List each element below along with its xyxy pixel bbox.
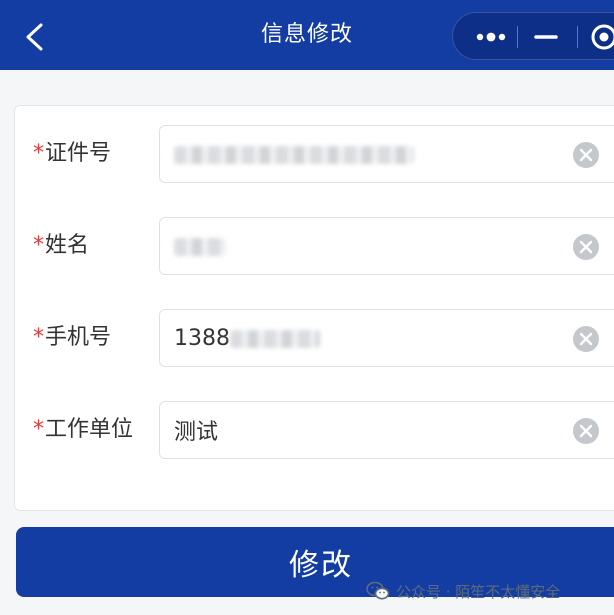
form-row-id-number: *证件号 <box>15 125 614 183</box>
redacted-mask <box>174 146 414 164</box>
redacted-mask <box>174 238 226 256</box>
clear-circle-icon[interactable] <box>572 417 600 445</box>
minimize-icon[interactable] <box>531 25 561 49</box>
mini-program-capsule <box>452 12 614 60</box>
capsule-divider <box>577 26 578 48</box>
field-label: *姓名 <box>33 217 89 275</box>
required-mark: * <box>33 141 44 166</box>
more-dots-icon[interactable] <box>471 25 511 49</box>
clear-circle-icon[interactable] <box>572 325 600 353</box>
form-row-phone: *手机号 <box>15 309 614 367</box>
chevron-left-icon[interactable] <box>22 22 48 52</box>
field-label-text: 手机号 <box>45 325 112 350</box>
required-mark: * <box>33 325 44 350</box>
nav-bar: 信息修改 <box>0 0 614 70</box>
field-label: *证件号 <box>33 125 111 183</box>
phone-field[interactable] <box>159 309 614 367</box>
field-label-text: 证件号 <box>45 141 112 166</box>
form-row-workplace: *工作单位 <box>15 401 614 459</box>
required-mark: * <box>33 233 44 258</box>
field-label-text: 工作单位 <box>45 417 134 442</box>
form-card: *证件号 *姓名 *手机号 1388 *工作单位 测试 <box>14 105 614 511</box>
watermark-text: 公众号 · 陌笙不太懂安全 <box>396 582 561 601</box>
workplace-field[interactable] <box>159 401 614 459</box>
watermark: 公众号 · 陌笙不太懂安全 <box>366 578 560 604</box>
clear-circle-icon[interactable] <box>572 141 600 169</box>
name-field[interactable] <box>159 217 614 275</box>
field-label-text: 姓名 <box>45 233 90 258</box>
capsule-divider <box>517 26 518 48</box>
workplace-input[interactable] <box>174 402 564 458</box>
clear-circle-icon[interactable] <box>572 233 600 261</box>
redacted-mask <box>230 330 320 348</box>
wechat-icon <box>366 581 390 600</box>
name-input[interactable] <box>174 218 564 274</box>
target-close-icon[interactable] <box>589 22 614 52</box>
id-number-field[interactable] <box>159 125 614 183</box>
form-row-name: *姓名 <box>15 217 614 275</box>
field-label: *工作单位 <box>33 401 133 459</box>
required-mark: * <box>33 417 44 442</box>
field-label: *手机号 <box>33 309 111 367</box>
